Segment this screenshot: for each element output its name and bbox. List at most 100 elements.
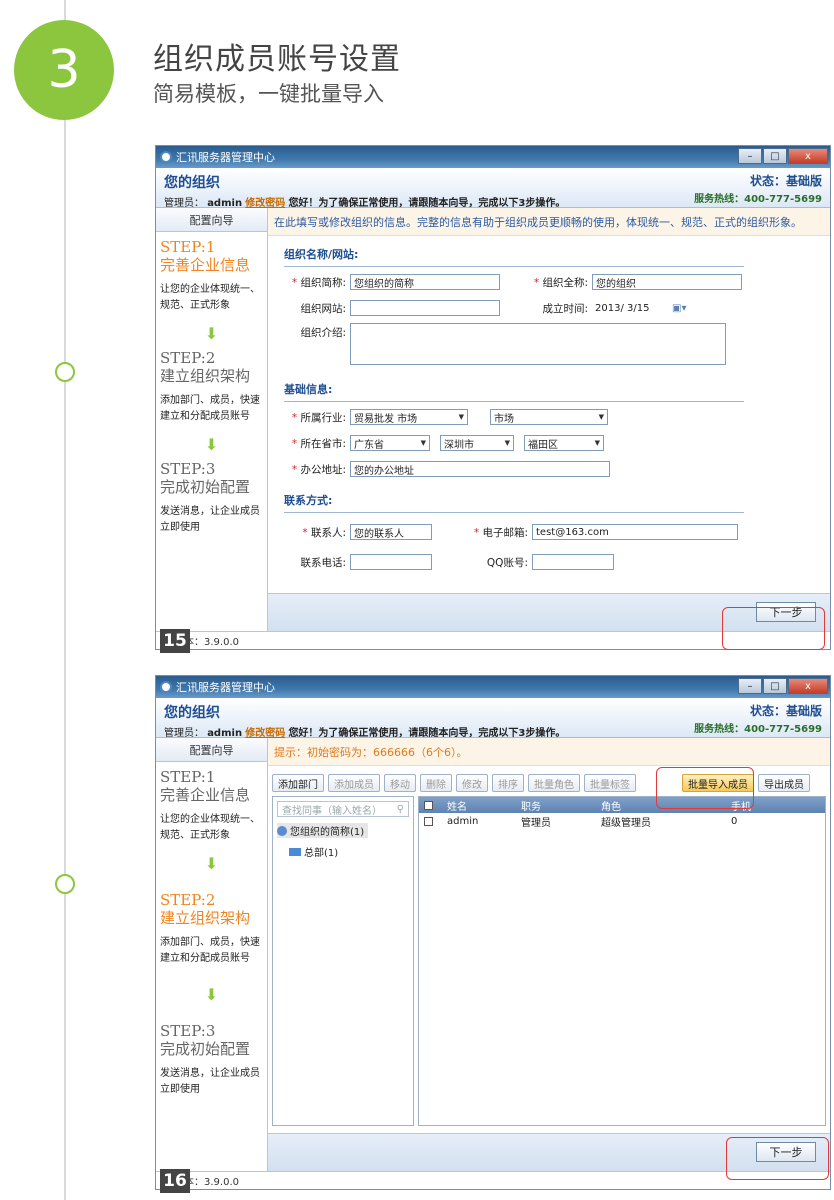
minimize-button[interactable]: –	[738, 148, 762, 164]
app-icon	[160, 151, 172, 163]
highlight-box	[726, 1137, 829, 1180]
full-name-label: 组织全称:	[542, 276, 588, 289]
address-label: 办公地址:	[300, 463, 346, 476]
status-label: 状态：基础版	[749, 174, 822, 188]
batch-tag-button[interactable]: 批量标签	[584, 774, 636, 792]
website-label: 组织网站:	[300, 302, 346, 315]
table-header: 姓名 职务 角色 手机	[419, 797, 825, 813]
title-bar: 汇讯服务器管理中心 – □ x	[156, 146, 830, 168]
step3-desc: 发送消息，让企业成员立即使用	[160, 1068, 260, 1095]
column-position[interactable]: 职务	[521, 798, 601, 813]
password-notice: 提示：初始密码为：666666（6个6）。	[268, 738, 830, 766]
header: 您的组织 管理员： admin 修改密码 您好！为了确保正常使用，请跟随本向导，…	[156, 698, 830, 739]
form-area: 在此填写或修改组织的信息。完整的信息有助于组织成员更顺畅的使用，体现统一、规范、…	[268, 208, 830, 631]
delete-button[interactable]: 删除	[420, 774, 452, 792]
info-notice: 在此填写或修改组织的信息。完整的信息有助于组织成员更顺畅的使用，体现统一、规范、…	[268, 208, 830, 236]
add-member-button[interactable]: 添加成员	[328, 774, 380, 792]
timeline-dot	[55, 362, 75, 382]
step3-desc: 发送消息，让企业成员立即使用	[160, 506, 260, 533]
province-select[interactable]: 广东省 ▼	[350, 435, 430, 451]
search-input[interactable]: 查找同事（输入姓名） ⚲	[277, 801, 409, 817]
short-name-input[interactable]: 您组织的简称	[350, 274, 500, 290]
step1-title[interactable]: STEP:1 完善企业信息	[160, 768, 263, 804]
phone-input[interactable]	[350, 554, 432, 570]
select-all-checkbox[interactable]	[424, 800, 433, 810]
window-title: 汇讯服务器管理中心	[176, 151, 275, 164]
step1-desc: 让您的企业体现统一、规范、正式形象	[160, 284, 260, 311]
arrow-down-icon: ⬇	[204, 854, 219, 873]
step1-desc: 让您的企业体现统一、规范、正式形象	[160, 814, 260, 841]
highlight-box	[656, 767, 754, 809]
batch-role-button[interactable]: 批量角色	[528, 774, 580, 792]
maximize-button[interactable]: □	[763, 148, 787, 164]
arrow-down-icon: ⬇	[204, 324, 219, 343]
window-company-info: 汇讯服务器管理中心 – □ x 您的组织 管理员： admin 修改密码 您好！…	[155, 145, 831, 650]
email-input[interactable]: test@163.com	[532, 524, 738, 540]
row-checkbox[interactable]	[424, 816, 433, 826]
city-select[interactable]: 深圳市 ▼	[440, 435, 514, 451]
member-table: 姓名 职务 角色 手机 admin 管理员 超级管理员 0	[418, 796, 826, 1126]
highlight-box	[722, 607, 825, 650]
export-members-button[interactable]: 导出成员	[758, 774, 810, 792]
edit-button[interactable]: 修改	[456, 774, 488, 792]
status-label: 状态：基础版	[749, 704, 822, 718]
org-name: 您的组织	[164, 705, 220, 721]
title-bar: 汇讯服务器管理中心 – □ x	[156, 676, 830, 698]
industry-select[interactable]: 贸易批发 市场 ▼	[350, 409, 468, 425]
app-icon	[160, 681, 172, 693]
qq-label: QQ账号:	[486, 556, 528, 569]
section-title: 组织成员账号设置	[153, 42, 401, 77]
close-button[interactable]: x	[788, 148, 828, 164]
sort-button[interactable]: 排序	[492, 774, 524, 792]
wizard-sidebar: 配置向导 STEP:1 完善企业信息 让您的企业体现统一、规范、正式形象 ⬇ ST…	[156, 738, 268, 1171]
timeline-dot	[55, 874, 75, 894]
full-name-input[interactable]: 您的组织	[592, 274, 742, 290]
step2-title[interactable]: STEP:2 建立组织架构	[160, 891, 263, 927]
department-icon	[289, 847, 301, 856]
step2-title[interactable]: STEP:2 建立组织架构	[160, 349, 263, 385]
website-input[interactable]	[350, 300, 500, 316]
wizard-header: 配置向导	[156, 738, 267, 762]
step-number-badge: 3	[14, 20, 114, 120]
page-number-badge: 16	[160, 1169, 190, 1193]
member-panels: 查找同事（输入姓名） ⚲ 您组织的简称(1) 总部(1) 姓名 职务 角色 手机…	[268, 796, 830, 1126]
arrow-down-icon: ⬇	[204, 435, 219, 454]
maximize-button[interactable]: □	[763, 678, 787, 694]
step2-desc: 添加部门、成员，快速建立和分配成员账号	[160, 937, 260, 964]
tree-root-node[interactable]: 您组织的简称(1)	[277, 823, 369, 838]
org-tree: 查找同事（输入姓名） ⚲ 您组织的简称(1) 总部(1)	[272, 796, 414, 1126]
intro-label: 组织介绍:	[300, 327, 346, 339]
step1-title[interactable]: STEP:1 完善企业信息	[160, 238, 263, 274]
industry-sub-select[interactable]: 市场 ▼	[490, 409, 608, 425]
table-row[interactable]: admin 管理员 超级管理员 0	[419, 813, 825, 829]
step3-title[interactable]: STEP:3 完成初始配置	[160, 460, 263, 496]
move-button[interactable]: 移动	[384, 774, 416, 792]
column-name[interactable]: 姓名	[441, 798, 521, 813]
step3-title[interactable]: STEP:3 完成初始配置	[160, 1022, 263, 1058]
timeline-line	[64, 0, 66, 1200]
phone-label: 联系电话:	[300, 556, 346, 569]
add-department-button[interactable]: 添加部门	[272, 774, 324, 792]
header: 您的组织 管理员： admin 修改密码 您好！为了确保正常使用，请跟随本向导，…	[156, 168, 830, 209]
hotline-label: 服务热线：400-777-5699	[694, 724, 822, 735]
arrow-down-icon: ⬇	[204, 985, 219, 1004]
calendar-icon[interactable]: ▣▾	[672, 303, 686, 314]
step2-desc: 添加部门、成员，快速建立和分配成员账号	[160, 395, 260, 422]
intro-textarea[interactable]	[350, 323, 726, 365]
tree-child-node[interactable]: 总部(1)	[289, 844, 409, 859]
hotline-label: 服务热线：400-777-5699	[694, 194, 822, 205]
contact-input[interactable]: 您的联系人	[350, 524, 432, 540]
org-icon	[277, 825, 287, 836]
region-label: 所在省市:	[300, 437, 346, 450]
district-select[interactable]: 福田区 ▼	[524, 435, 604, 451]
wizard-sidebar: 配置向导 STEP:1 完善企业信息 让您的企业体现统一、规范、正式形象 ⬇ ST…	[156, 208, 268, 631]
section-subtitle: 简易模板，一键批量导入	[153, 82, 384, 106]
founded-date-input[interactable]: 2013/ 3/15	[592, 300, 672, 316]
minimize-button[interactable]: –	[738, 678, 762, 694]
industry-label: 所属行业:	[300, 411, 346, 424]
wizard-header: 配置向导	[156, 208, 267, 232]
qq-input[interactable]	[532, 554, 614, 570]
email-label: 电子邮箱:	[482, 526, 528, 539]
address-input[interactable]: 您的办公地址	[350, 461, 610, 477]
close-button[interactable]: x	[788, 678, 828, 694]
